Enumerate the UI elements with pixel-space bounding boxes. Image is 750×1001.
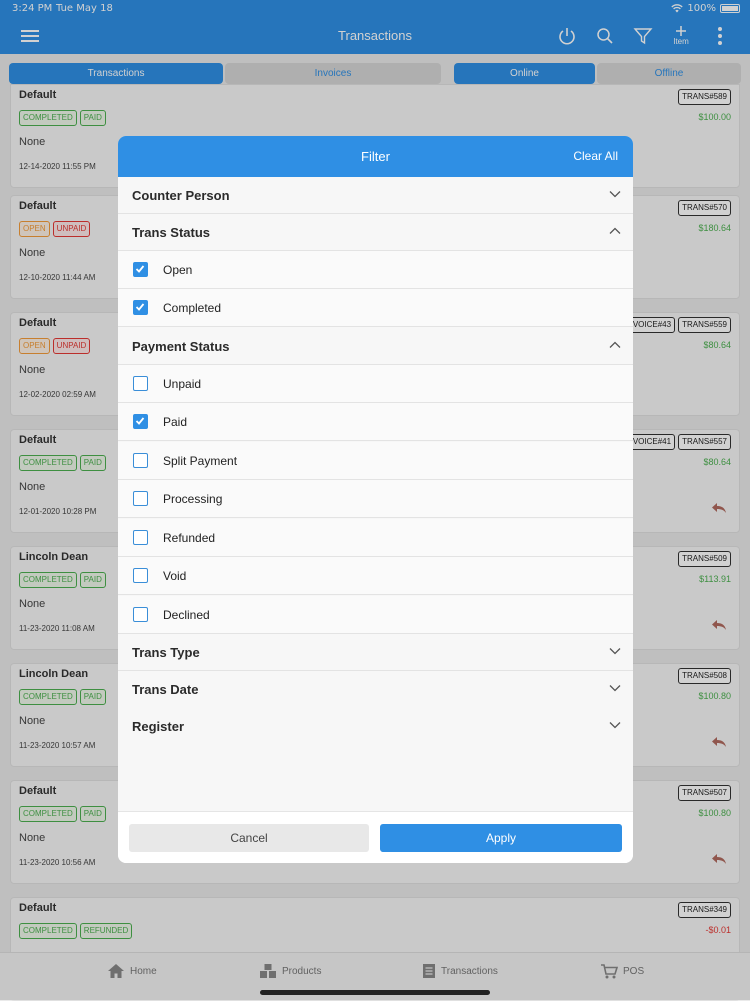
checkbox[interactable] xyxy=(133,491,148,506)
clear-all-button[interactable]: Clear All xyxy=(573,149,618,163)
checkbox[interactable] xyxy=(133,376,148,391)
section-label: Trans Date xyxy=(132,682,199,697)
section-label: Counter Person xyxy=(132,188,230,203)
section-counter-person[interactable]: Counter Person xyxy=(118,177,633,214)
option-paid[interactable]: Paid xyxy=(118,403,633,441)
option-label: Split Payment xyxy=(163,454,238,468)
option-label: Void xyxy=(163,569,187,583)
option-void[interactable]: Void xyxy=(118,557,633,595)
section-payment-status[interactable]: Payment Status xyxy=(118,328,633,365)
checkbox[interactable] xyxy=(133,414,148,429)
filter-footer: Cancel Apply xyxy=(118,811,633,863)
section-label: Register xyxy=(132,719,185,734)
checkbox[interactable] xyxy=(133,453,148,468)
option-label: Processing xyxy=(163,492,223,506)
checkbox[interactable] xyxy=(133,262,148,277)
option-label: Declined xyxy=(163,608,210,622)
option-open[interactable]: Open xyxy=(118,251,633,289)
chevron-up-icon xyxy=(609,227,621,234)
option-processing[interactable]: Processing xyxy=(118,480,633,518)
apply-button[interactable]: Apply xyxy=(380,824,622,852)
option-split-payment[interactable]: Split Payment xyxy=(118,442,633,480)
section-trans-date[interactable]: Trans Date xyxy=(118,671,633,708)
section-label: Trans Status xyxy=(132,225,211,240)
checkmark-icon xyxy=(135,417,145,425)
option-label: Refunded xyxy=(163,531,216,545)
chevron-up-icon xyxy=(609,341,621,348)
chevron-down-icon xyxy=(609,685,621,692)
section-register[interactable]: Register xyxy=(118,708,633,745)
chevron-down-icon xyxy=(609,722,621,729)
checkbox[interactable] xyxy=(133,530,148,545)
checkbox[interactable] xyxy=(133,607,148,622)
section-label: Trans Type xyxy=(132,645,200,660)
checkbox[interactable] xyxy=(133,300,148,315)
filter-header: Filter Clear All xyxy=(118,136,633,177)
chevron-down-icon xyxy=(609,191,621,198)
checkbox[interactable] xyxy=(133,568,148,583)
home-indicator xyxy=(260,990,490,995)
option-label: Open xyxy=(163,263,193,277)
option-refunded[interactable]: Refunded xyxy=(118,519,633,557)
option-declined[interactable]: Declined xyxy=(118,596,633,634)
option-unpaid[interactable]: Unpaid xyxy=(118,365,633,403)
filter-title: Filter xyxy=(361,149,390,164)
option-label: Completed xyxy=(163,301,222,315)
section-label: Payment Status xyxy=(132,339,230,354)
option-label: Unpaid xyxy=(163,377,202,391)
checkmark-icon xyxy=(135,303,145,311)
option-completed[interactable]: Completed xyxy=(118,289,633,327)
section-trans-status[interactable]: Trans Status xyxy=(118,214,633,251)
checkmark-icon xyxy=(135,265,145,273)
chevron-down-icon xyxy=(609,648,621,655)
cancel-button[interactable]: Cancel xyxy=(129,824,369,852)
filter-dialog: Filter Clear All Counter Person Trans St… xyxy=(118,136,633,863)
section-trans-type[interactable]: Trans Type xyxy=(118,634,633,671)
option-label: Paid xyxy=(163,415,188,429)
